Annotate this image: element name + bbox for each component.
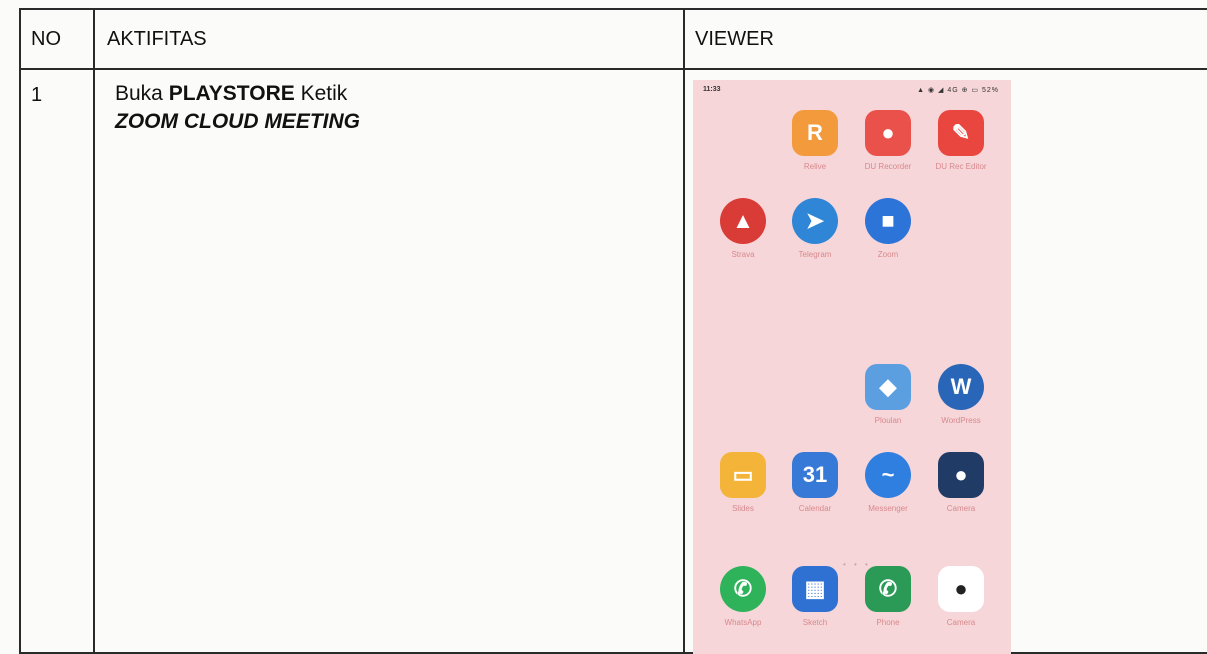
activity-app-name: PLAYSTORE <box>168 82 295 105</box>
app-label: Ploulan <box>874 416 902 425</box>
row-number: 1 <box>19 68 95 654</box>
whatsapp-icon: ✆ <box>720 566 766 612</box>
app-label: Camera <box>946 618 976 627</box>
calendar-icon: 31 <box>792 452 838 498</box>
telegram-icon: ➤ <box>792 198 838 244</box>
app-label: WhatsApp <box>724 618 762 627</box>
phone-status-icons: ▲ ◉ ◢ 4G ⊕ ▭ 52% <box>917 87 999 94</box>
table-header-row: NO AKTIFITAS VIEWER <box>19 8 1207 70</box>
app-label: DU Rec Editor <box>935 162 987 171</box>
du-editor-icon: ✎ <box>938 110 984 156</box>
strava-icon: ▲ <box>720 198 766 244</box>
app-label: Messenger <box>868 504 908 513</box>
phone-status-bar: 11:33 ▲ ◉ ◢ 4G ⊕ ▭ 52% <box>693 80 1011 98</box>
app-ploulan: ◆ Ploulan <box>858 364 918 425</box>
app-label: Camera <box>946 504 976 513</box>
camera-icon: ● <box>938 452 984 498</box>
app-camera-dock: ● Camera <box>931 566 991 627</box>
app-label: Telegram <box>798 250 832 259</box>
table-row: 1 Buka PLAYSTORE Ketik ZOOM CLOUD MEETIN… <box>19 68 1207 654</box>
zoom-icon: ■ <box>865 198 911 244</box>
app-label: Sketch <box>802 618 828 627</box>
app-label: Strava <box>731 250 755 259</box>
app-du-editor: ✎ DU Rec Editor <box>931 110 991 171</box>
app-label: Relive <box>803 162 827 171</box>
messenger-icon: ~ <box>865 452 911 498</box>
app-zoom: ■ Zoom <box>858 198 918 259</box>
activity-prefix: Buka <box>115 82 169 105</box>
app-sketch: ▦ Sketch <box>785 566 845 627</box>
viewer-cell: 11:33 ▲ ◉ ◢ 4G ⊕ ▭ 52% • • • R Relive ● DU … <box>683 68 1207 654</box>
camera-dock-icon: ● <box>938 566 984 612</box>
sketch-icon: ▦ <box>792 566 838 612</box>
header-viewer: VIEWER <box>683 8 1207 70</box>
app-phone: ✆ Phone <box>858 566 918 627</box>
app-camera: ● Camera <box>931 452 991 513</box>
phone-icon: ✆ <box>865 566 911 612</box>
header-aktifitas: AKTIFITAS <box>93 8 685 70</box>
activity-cell: Buka PLAYSTORE Ketik ZOOM CLOUD MEETING <box>93 68 685 654</box>
du-recorder-icon: ● <box>865 110 911 156</box>
app-label: DU Recorder <box>864 162 912 171</box>
phone-screenshot: 11:33 ▲ ◉ ◢ 4G ⊕ ▭ 52% • • • R Relive ● DU … <box>693 80 1011 654</box>
activity-table: NO AKTIFITAS VIEWER 1 Buka PLAYSTORE Ket… <box>19 8 1207 654</box>
app-wordpress: W WordPress <box>931 364 991 425</box>
app-relive: R Relive <box>785 110 845 171</box>
app-label: Phone <box>876 618 900 627</box>
app-messenger: ~ Messenger <box>858 452 918 513</box>
header-no: NO <box>19 8 95 70</box>
activity-search-term: ZOOM CLOUD MEETING <box>115 110 360 133</box>
slides-icon: ▭ <box>720 452 766 498</box>
app-telegram: ➤ Telegram <box>785 198 845 259</box>
app-label: WordPress <box>941 416 981 425</box>
app-whatsapp: ✆ WhatsApp <box>713 566 773 627</box>
ploulan-icon: ◆ <box>865 364 911 410</box>
app-label: Calendar <box>798 504 832 513</box>
phone-time: 11:33 <box>703 86 721 93</box>
app-du-recorder: ● DU Recorder <box>858 110 918 171</box>
app-strava: ▲ Strava <box>713 198 773 259</box>
activity-instruction: Buka PLAYSTORE Ketik <box>115 82 683 106</box>
activity-suffix: Ketik <box>294 82 348 105</box>
app-slides: ▭ Slides <box>713 452 773 513</box>
app-label: Slides <box>732 504 754 513</box>
relive-icon: R <box>792 110 838 156</box>
app-label: Zoom <box>877 250 899 259</box>
app-calendar: 31 Calendar <box>785 452 845 513</box>
wordpress-icon: W <box>938 364 984 410</box>
